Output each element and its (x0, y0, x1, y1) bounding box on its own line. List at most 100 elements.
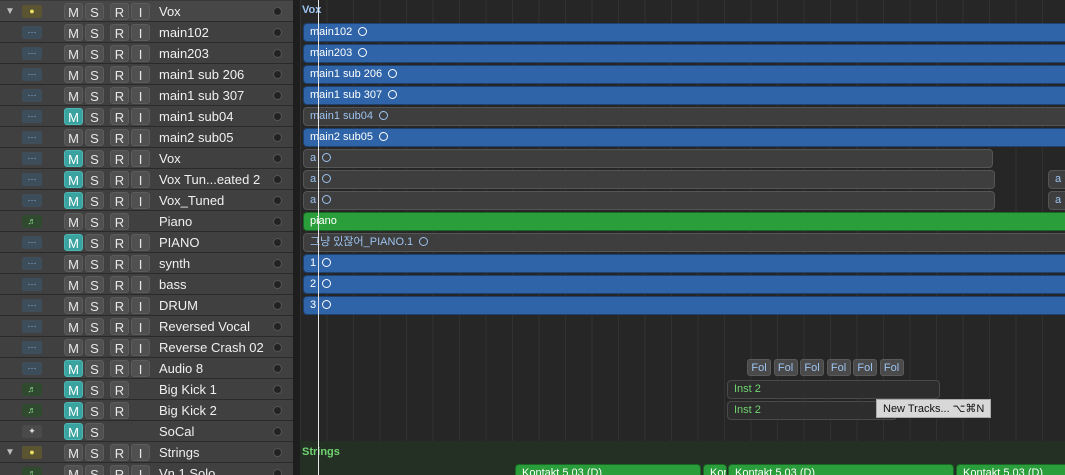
record-enable-button[interactable]: R (110, 276, 129, 293)
solo-button[interactable]: S (85, 45, 104, 62)
mute-button[interactable]: M (64, 234, 83, 251)
record-enable-button[interactable]: R (110, 213, 129, 230)
track-name[interactable]: Strings (159, 442, 199, 463)
track-on-off-dot[interactable] (273, 238, 282, 247)
track-header[interactable]: ⋯ M S R Ibass (0, 274, 293, 295)
mute-button[interactable]: M (64, 171, 83, 188)
waveform-icon[interactable]: ⋯ (22, 278, 42, 291)
track-on-off-dot[interactable] (273, 154, 282, 163)
region[interactable]: Kontakt 5.03 (D) (956, 464, 1065, 475)
track-name[interactable]: bass (159, 274, 186, 295)
track-name[interactable]: main1 sub 307 (159, 85, 244, 106)
waveform-icon[interactable]: ⋯ (22, 341, 42, 354)
record-enable-button[interactable]: R (110, 402, 129, 419)
disclosure-triangle-icon[interactable] (0, 190, 20, 211)
input-monitor-button[interactable]: I (131, 108, 150, 125)
mute-button[interactable]: M (64, 297, 83, 314)
input-monitor-button[interactable]: I (131, 66, 150, 83)
track-header[interactable]: ⋯ M S R Imain1 sub 206 (0, 64, 293, 85)
input-monitor-button[interactable]: I (131, 87, 150, 104)
folder-button[interactable]: Fol (800, 359, 824, 376)
track-name[interactable]: main102 (159, 22, 209, 43)
region[interactable]: a (1048, 170, 1065, 189)
track-on-off-dot[interactable] (273, 385, 282, 394)
instrument-icon[interactable]: ♬ (22, 383, 42, 396)
solo-button[interactable]: S (85, 339, 104, 356)
record-enable-button[interactable]: R (110, 171, 129, 188)
mute-button[interactable]: M (64, 318, 83, 335)
solo-button[interactable]: S (85, 276, 104, 293)
record-enable-button[interactable]: R (110, 297, 129, 314)
region[interactable]: 2 (303, 275, 1065, 294)
track-on-off-dot[interactable] (273, 322, 282, 331)
track-name[interactable]: Vox Tun...eated 2 (159, 169, 260, 190)
track-header[interactable]: ⋯ M S R Imain2 sub05 (0, 127, 293, 148)
track-on-off-dot[interactable] (273, 70, 282, 79)
drummer-icon[interactable]: ✦ (22, 425, 42, 438)
folder-button[interactable]: Fol (879, 359, 904, 376)
track-name[interactable]: synth (159, 253, 190, 274)
solo-button[interactable]: S (85, 381, 104, 398)
input-monitor-button[interactable]: I (131, 45, 150, 62)
input-monitor-button[interactable]: I (131, 171, 150, 188)
solo-button[interactable]: S (85, 423, 104, 440)
input-monitor-button[interactable]: I (131, 234, 150, 251)
disclosure-triangle-icon[interactable] (0, 379, 20, 400)
track-on-off-dot[interactable] (273, 427, 282, 436)
waveform-icon[interactable]: ⋯ (22, 173, 42, 186)
record-enable-button[interactable]: R (110, 465, 129, 475)
waveform-icon[interactable]: ⋯ (22, 131, 42, 144)
track-on-off-dot[interactable] (273, 448, 282, 457)
track-name[interactable]: Vox (159, 1, 181, 22)
track-header[interactable]: ♬ M S R I Vn 1 Solo (0, 463, 293, 475)
mute-button[interactable]: M (64, 339, 83, 356)
region[interactable]: main1 sub 206 (303, 65, 1065, 84)
track-name[interactable]: main203 (159, 43, 209, 64)
region[interactable]: a (303, 191, 995, 210)
solo-button[interactable]: S (85, 192, 104, 209)
mute-button[interactable]: M (64, 24, 83, 41)
solo-button[interactable]: S (85, 444, 104, 461)
track-on-off-dot[interactable] (273, 196, 282, 205)
input-monitor-button[interactable]: I (131, 24, 150, 41)
record-enable-button[interactable]: R (110, 339, 129, 356)
track-on-off-dot[interactable] (273, 217, 282, 226)
record-enable-button[interactable]: R (110, 192, 129, 209)
track-header[interactable]: ⋯ M S R I DRUM (0, 295, 293, 316)
track-header[interactable]: ✦ M S SoCal (0, 421, 293, 442)
mute-button[interactable]: M (64, 465, 83, 475)
track-header[interactable]: ⋯ M S R I Vox (0, 148, 293, 169)
track-header[interactable]: ⋯ M S R I Vox_Tuned (0, 190, 293, 211)
disclosure-triangle-icon[interactable] (0, 106, 20, 127)
track-name[interactable]: PIANO (159, 232, 199, 253)
solo-button[interactable]: S (85, 129, 104, 146)
record-enable-button[interactable]: R (110, 444, 129, 461)
solo-button[interactable]: S (85, 66, 104, 83)
waveform-icon[interactable]: ⋯ (22, 152, 42, 165)
disclosure-triangle-icon[interactable] (0, 316, 20, 337)
track-on-off-dot[interactable] (273, 133, 282, 142)
track-header[interactable]: ⋯ M S R Imain102 (0, 22, 293, 43)
track-header[interactable]: ♬ M S R Piano (0, 211, 293, 232)
mute-button[interactable]: M (64, 360, 83, 377)
region[interactable]: Inst 2 (727, 401, 897, 420)
disclosure-triangle-icon[interactable] (0, 211, 20, 232)
record-enable-button[interactable]: R (110, 234, 129, 251)
track-on-off-dot[interactable] (273, 259, 282, 268)
folder-button[interactable]: Fol (853, 359, 877, 376)
input-monitor-button[interactable]: I (131, 465, 150, 475)
record-enable-button[interactable]: R (110, 150, 129, 167)
waveform-icon[interactable]: ⋯ (22, 68, 42, 81)
track-name[interactable]: SoCal (159, 421, 194, 442)
input-monitor-button[interactable]: I (131, 297, 150, 314)
folder-icon[interactable]: ● (22, 446, 42, 459)
track-header[interactable]: ⋯ M S R Imain203 (0, 43, 293, 64)
track-header[interactable]: ⋯ M S R Imain1 sub04 (0, 106, 293, 127)
solo-button[interactable]: S (85, 171, 104, 188)
mute-button[interactable]: M (64, 87, 83, 104)
mute-button[interactable]: M (64, 213, 83, 230)
track-header[interactable]: ⋯ M S R I Audio 8 (0, 358, 293, 379)
folder-button[interactable]: Fol (773, 359, 798, 376)
region[interactable]: 1 (303, 254, 1065, 273)
input-monitor-button[interactable]: I (131, 276, 150, 293)
